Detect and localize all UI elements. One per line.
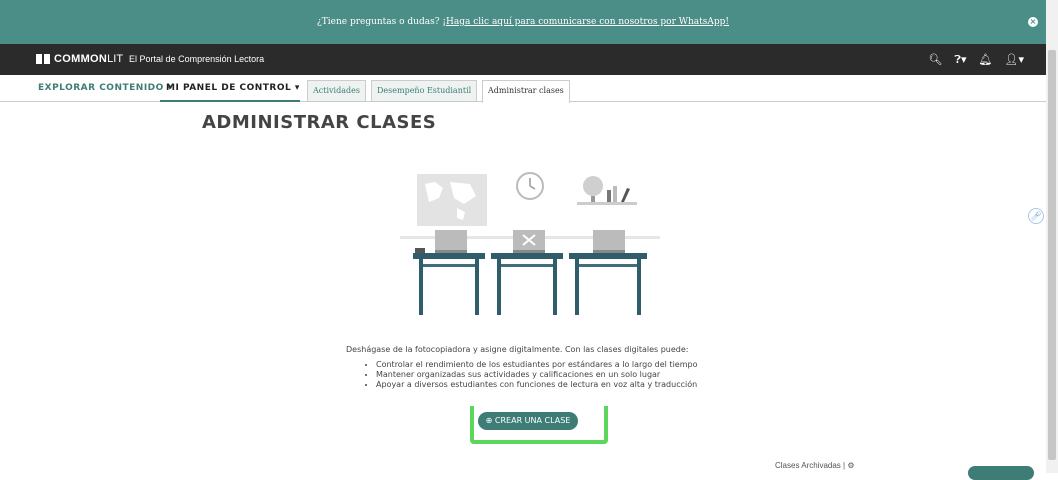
list-item: Mantener organizadas sus actividades y c… (376, 370, 746, 379)
book-icon (36, 54, 50, 64)
list-item: Apoyar a diversos estudiantes con funcio… (376, 380, 746, 389)
help-chat-button[interactable] (968, 466, 1034, 480)
plus-circle-icon: ⊕ (485, 416, 493, 425)
description-text: Deshágase de la fotocopiadora y asigne d… (346, 345, 689, 354)
logo[interactable]: COMMON LIT El Portal de Comprensión Lect… (36, 53, 264, 65)
brand-light: LIT (107, 53, 124, 65)
scrollbar[interactable] (1046, 0, 1058, 473)
user-icon[interactable]: 👤︎▾ (1005, 53, 1025, 67)
scrollbar-thumb[interactable] (1048, 50, 1056, 460)
active-underline (160, 100, 300, 102)
bell-icon[interactable]: 🔔︎ (979, 53, 993, 67)
description-block: Deshágase de la fotocopiadora y asigne d… (346, 345, 746, 390)
tab-desempeno-estudiantil[interactable]: Desempeño Estudiantil (371, 80, 478, 101)
archived-label: Clases Archivadas (775, 461, 841, 470)
tab-administrar-clases[interactable]: Administrar clases (482, 80, 570, 103)
close-icon[interactable]: × (1028, 17, 1038, 27)
header-icons: 🔍︎ ❓︎▾ 🔔︎ 👤︎▾ (928, 53, 1024, 67)
sub-navbar: EXPLORAR CONTENIDO ▾ MI PANEL DE CONTROL… (0, 75, 1046, 103)
whatsapp-banner: ¿Tiene preguntas o dudas? ¡Haga clic aqu… (0, 0, 1046, 44)
brand-bold: COMMON (54, 53, 108, 65)
microphone-icon[interactable]: 🎤︎ (1028, 208, 1044, 224)
tab-actividades[interactable]: Actividades (307, 80, 366, 101)
search-icon[interactable]: 🔍︎ (928, 53, 942, 67)
classroom-illustration (400, 172, 660, 315)
create-class-button[interactable]: ⊕ CREAR UNA CLASE (478, 412, 578, 430)
list-item: Controlar el rendimiento de los estudian… (376, 360, 746, 369)
banner-text: ¿Tiene preguntas o dudas? (316, 17, 443, 27)
whatsapp-link[interactable]: ¡Haga clic aquí para comunicarse con nos… (442, 17, 729, 27)
page-title: ADMINISTRAR CLASES (202, 112, 437, 133)
benefits-list: Controlar el rendimiento de los estudian… (346, 360, 746, 389)
create-class-label: CREAR UNA CLASE (494, 416, 571, 425)
tagline: El Portal de Comprensión Lectora (129, 54, 265, 64)
explorar-contenido-menu[interactable]: EXPLORAR CONTENIDO ▾ (38, 83, 172, 93)
gear-icon[interactable]: ⚙ (847, 461, 854, 470)
top-navbar: COMMON LIT El Portal de Comprensión Lect… (0, 44, 1046, 75)
mi-panel-label: MI PANEL DE CONTROL ▾ (166, 83, 300, 93)
mi-panel-menu[interactable]: MI PANEL DE CONTROL ▾ (160, 83, 300, 102)
help-icon[interactable]: ❓︎▾ (954, 53, 966, 67)
archived-classes-link[interactable]: Clases Archivadas | ⚙ (775, 461, 855, 470)
